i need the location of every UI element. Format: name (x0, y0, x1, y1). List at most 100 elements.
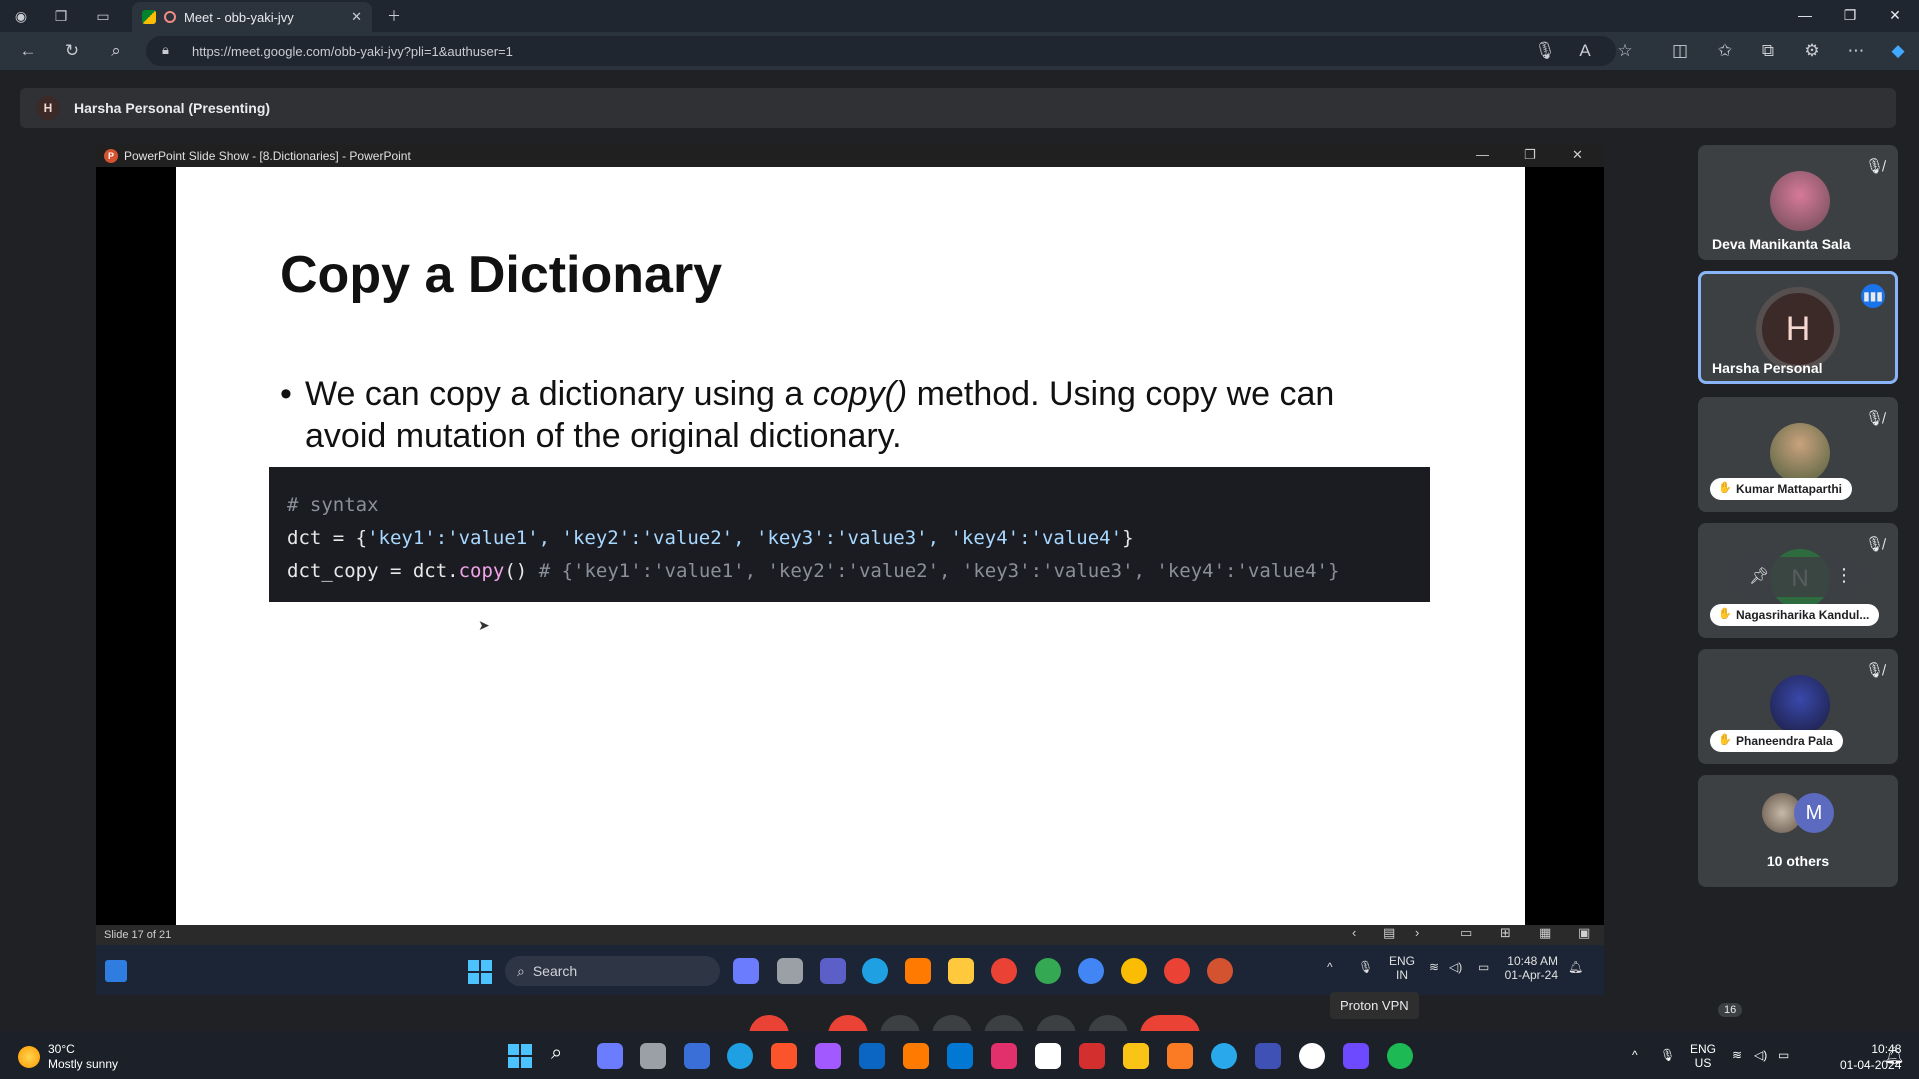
bullet-dot-icon: • (280, 375, 292, 413)
participant-avatar (1770, 171, 1830, 231)
presenter-avatar: H (36, 96, 60, 120)
powerpoint-logo-icon: P (104, 149, 118, 163)
weather-desc: Mostly sunny (48, 1057, 119, 1071)
volume-icon[interactable]: ◁) (1754, 1048, 1767, 1062)
taskbar-search-icon[interactable]: ⌕ (551, 1042, 562, 1065)
app-icon[interactable] (1255, 1043, 1281, 1069)
others-count: 10 others (1766, 853, 1830, 869)
bullet-text-em: copy() (812, 375, 908, 413)
edge-icon[interactable] (727, 1043, 753, 1069)
back-icon[interactable]: ← (13, 36, 43, 66)
profile-icon[interactable]: ◉ (10, 5, 32, 27)
code-string: 'key1':'value1', 'key2':'value2', 'key3'… (367, 527, 1123, 549)
presenter-label: Harsha Personal (Presenting) (74, 100, 271, 116)
close-tab-icon[interactable]: ✕ (351, 9, 362, 25)
more-options-icon[interactable]: ⋮ (1835, 565, 1853, 586)
shared-chrome-icon (991, 958, 1017, 984)
split-screen-icon[interactable]: ◫ (1665, 36, 1695, 66)
language-indicator[interactable]: ENG US (1690, 1042, 1716, 1070)
outlook-icon[interactable] (947, 1043, 973, 1069)
shared-chrome-icon (1164, 958, 1190, 984)
code-token: () (504, 560, 539, 582)
spotify-icon[interactable] (1387, 1043, 1413, 1069)
vscode-icon[interactable] (684, 1043, 710, 1069)
shared-chrome-icon (1121, 958, 1147, 984)
shared-bell-icon: 🔔︎ (1568, 960, 1584, 974)
close-window-icon[interactable]: ✕ (1875, 7, 1915, 24)
normal-view-icon: ▭ (1460, 925, 1473, 940)
telegram-icon[interactable] (1211, 1043, 1237, 1069)
participant-tile[interactable]: 🎙︎̸ Deva Manikanta Sala (1698, 145, 1898, 260)
figma-icon[interactable] (815, 1043, 841, 1069)
participant-tile[interactable]: N 🎙︎̸ 📌︎ ⋮ Nagasriharika Kandul... (1698, 523, 1898, 638)
new-tab-icon[interactable]: ＋ (383, 5, 405, 27)
linkedin-icon[interactable] (859, 1043, 885, 1069)
code-token: } (1122, 527, 1134, 549)
code-line-2: dct = {'key1':'value1', 'key2':'value2',… (287, 522, 1412, 555)
shared-chrome-icon (1035, 958, 1061, 984)
participant-tile-speaking[interactable]: H ▮▮▮ Harsha Personal (1698, 271, 1898, 384)
mcafee-icon[interactable] (1079, 1043, 1105, 1069)
extensions-icon[interactable]: ⚙ (1797, 36, 1827, 66)
copilot-app-icon[interactable] (597, 1043, 623, 1069)
slide-bullet: • We can copy a dictionary using a copy(… (280, 373, 1410, 457)
weather-text: 30°C Mostly sunny (48, 1042, 118, 1072)
mic-icon[interactable]: 🎙︎ (1530, 36, 1560, 66)
shared-battery-icon: ▭ (1478, 960, 1490, 974)
wifi-icon[interactable]: ≋ (1732, 1048, 1742, 1062)
participant-avatar: M (1794, 793, 1834, 833)
tab-meet[interactable]: Meet - obb-yaki-jvy ✕ (132, 2, 372, 32)
start-icon[interactable] (508, 1044, 532, 1068)
code-line-1: # syntax (287, 489, 1412, 522)
more-menu-icon[interactable]: ⋯ (1841, 36, 1871, 66)
collections-icon[interactable]: ⧉ (1753, 36, 1783, 66)
copilot-icon[interactable]: ◆ (1883, 36, 1913, 66)
minimize-icon[interactable]: — (1785, 7, 1825, 23)
tray-mic-icon[interactable]: 🎙︎ (1660, 1048, 1675, 1062)
mic-off-icon: 🎙︎̸ (1864, 410, 1884, 427)
speaking-indicator-icon: ▮▮▮ (1861, 284, 1885, 308)
capcut-icon[interactable] (1035, 1043, 1061, 1069)
vlc-icon[interactable] (903, 1043, 929, 1069)
code-comment: # syntax (287, 494, 379, 516)
participant-tile[interactable]: 🎙︎̸ Phaneendra Pala (1698, 649, 1898, 764)
tab-actions-icon[interactable]: ▭ (92, 5, 114, 27)
url-input[interactable]: 🔒︎ https://meet.google.com/obb-yaki-jvy?… (146, 36, 1616, 66)
lock-icon: 🔒︎ (162, 42, 169, 57)
shared-clock: 10:48 AM 01-Apr-24 (1502, 954, 1558, 982)
code-line-3: dct_copy = dct.copy() # {'key1':'value1'… (287, 555, 1412, 588)
read-aloud-icon[interactable]: A (1570, 36, 1600, 66)
favorites-icon[interactable]: ✩ (1710, 36, 1740, 66)
weather-widget[interactable]: 30°C Mostly sunny (18, 1042, 118, 1072)
shared-lang: ENG IN (1389, 954, 1415, 982)
tab-title: Meet - obb-yaki-jvy (184, 9, 294, 25)
ppt-statusbar: Slide 17 of 21 (96, 925, 1604, 945)
shared-chevron-up-icon: ^ (1327, 960, 1333, 974)
others-tile[interactable]: M 10 others (1698, 775, 1898, 887)
task-view-icon[interactable] (640, 1043, 666, 1069)
notification-bell-icon[interactable]: 🔔︎ (1884, 1046, 1904, 1066)
shared-app-icon (777, 958, 803, 984)
pin-icon[interactable]: 📌︎ (1749, 566, 1769, 586)
brave-icon[interactable] (771, 1043, 797, 1069)
chevron-up-icon[interactable]: ^ (1632, 1048, 1638, 1062)
battery-icon[interactable]: ▭ (1778, 1048, 1789, 1062)
participant-tile[interactable]: 🎙︎̸ Kumar Mattaparthi (1698, 397, 1898, 512)
participant-avatar: H (1756, 287, 1840, 371)
postman-icon[interactable] (1123, 1043, 1149, 1069)
refresh-icon[interactable]: ↻ (57, 36, 87, 66)
mic-off-icon: 🎙︎̸ (1864, 662, 1884, 679)
sorter-view-icon: ⊞ (1500, 925, 1511, 940)
people-count-badge: 16 (1718, 1003, 1743, 1017)
xampp-icon[interactable] (1167, 1043, 1193, 1069)
workspaces-icon[interactable]: ❐ (50, 5, 72, 27)
github-icon[interactable] (1299, 1043, 1325, 1069)
search-icon[interactable]: ⌕ (101, 36, 131, 66)
shared-volume-icon: ◁) (1449, 960, 1463, 974)
bullet-text-pre: We can copy a dictionary using a (305, 375, 813, 413)
instagram-icon[interactable] (991, 1043, 1017, 1069)
proton-vpn-icon[interactable] (1343, 1043, 1369, 1069)
shared-search-label: Search (532, 963, 578, 979)
restore-icon[interactable]: ❐ (1830, 7, 1870, 24)
favorite-star-icon[interactable]: ☆ (1610, 36, 1640, 66)
